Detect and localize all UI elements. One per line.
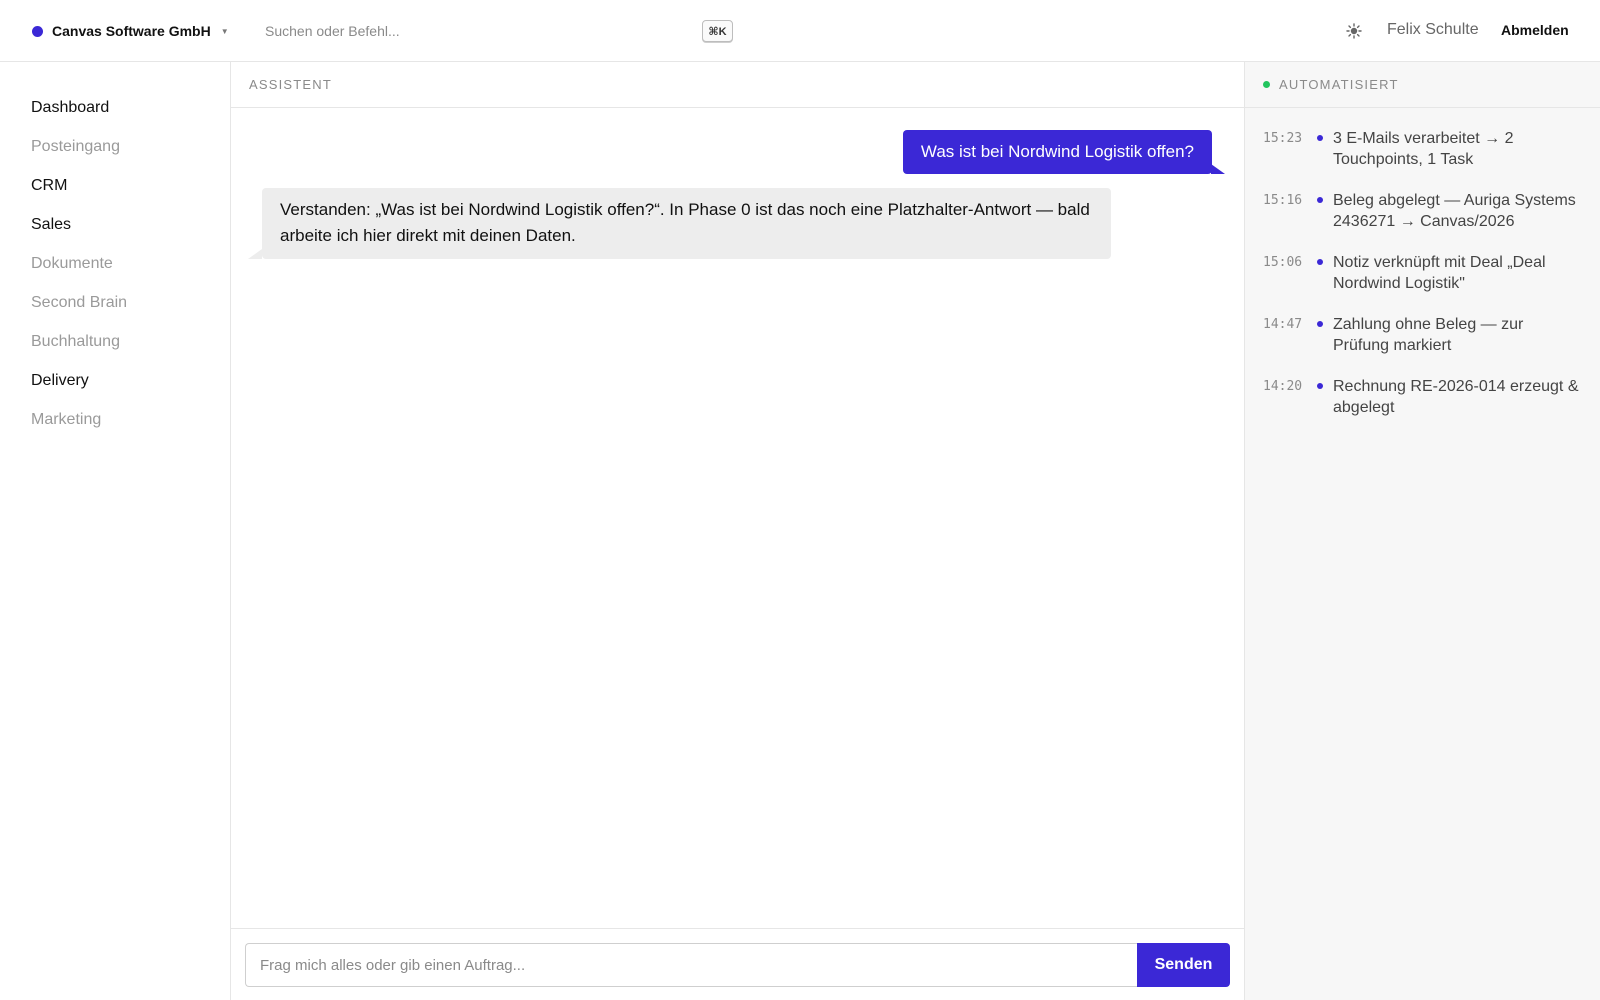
assistant-chat: ASSISTENT Was ist bei Nordwind Logistik … xyxy=(231,62,1244,1000)
top-bar: Canvas Software GmbH ▼ ⌘K Felix Schulte … xyxy=(0,0,1600,62)
sidebar-nav: Dashboard Posteingang CRM Sales Dokument… xyxy=(0,62,230,439)
log-time: 15:06 xyxy=(1263,255,1303,270)
status-online-dot xyxy=(1263,81,1270,88)
sun-icon xyxy=(1346,23,1362,39)
sidebar-item-buchhaltung[interactable]: Buchhaltung xyxy=(0,322,230,361)
chevron-down-icon: ▼ xyxy=(220,26,229,36)
automation-header: AUTOMATISIERT xyxy=(1245,62,1600,108)
log-time: 14:47 xyxy=(1263,317,1303,332)
sidebar-item-sales[interactable]: Sales xyxy=(0,205,230,244)
assistant-message: Verstanden: „Was ist bei Nordwind Logist… xyxy=(248,188,1111,259)
bullet-icon xyxy=(1317,197,1323,203)
logout-button[interactable]: Abmelden xyxy=(1501,22,1569,38)
bullet-icon xyxy=(1317,135,1323,141)
sidebar: Dashboard Posteingang CRM Sales Dokument… xyxy=(0,62,231,1000)
workspace-name: Canvas Software GmbH xyxy=(52,23,211,39)
sidebar-item-dokumente[interactable]: Dokumente xyxy=(0,244,230,283)
log-time: 14:20 xyxy=(1263,379,1303,394)
message-composer: Senden xyxy=(231,928,1244,1000)
workspace-color-dot xyxy=(32,25,43,37)
theme-toggle-button[interactable] xyxy=(1344,21,1364,41)
sidebar-item-crm[interactable]: CRM xyxy=(0,166,230,205)
user-name: Felix Schulte xyxy=(1387,21,1479,38)
log-entry: 15:23 3 E-Mails verarbeitet → 2 Touchpoi… xyxy=(1263,128,1582,170)
send-button[interactable]: Senden xyxy=(1137,943,1230,987)
log-text: Rechnung RE-2026-014 erzeugt & abgelegt xyxy=(1333,378,1579,416)
log-entry: 15:16 Beleg abgelegt — Auriga Systems 24… xyxy=(1263,190,1582,232)
search-shortcut-badge: ⌘K xyxy=(702,20,733,42)
sidebar-item-delivery[interactable]: Delivery xyxy=(0,361,230,400)
log-text: Notiz verknüpft mit Deal „Deal Nordwind … xyxy=(1333,254,1546,292)
log-entry: 15:06 Notiz verknüpft mit Deal „Deal Nor… xyxy=(1263,252,1582,294)
log-text: Zahlung ohne Beleg — zur Prüfung markier… xyxy=(1333,316,1524,354)
log-time: 15:16 xyxy=(1263,193,1303,208)
user-message: Was ist bei Nordwind Logistik offen? xyxy=(902,130,1226,174)
bullet-icon xyxy=(1317,259,1323,265)
log-time: 15:23 xyxy=(1263,131,1303,146)
bullet-icon xyxy=(1317,321,1323,327)
chat-header: ASSISTENT xyxy=(231,62,1244,108)
sidebar-item-posteingang[interactable]: Posteingang xyxy=(0,127,230,166)
sidebar-item-dashboard[interactable]: Dashboard xyxy=(0,88,230,127)
automation-section-title: AUTOMATISIERT xyxy=(1279,77,1399,92)
sidebar-item-second-brain[interactable]: Second Brain xyxy=(0,283,230,322)
automation-panel: AUTOMATISIERT 15:23 3 E-Mails verarbeite… xyxy=(1244,62,1600,1000)
chat-section-title: ASSISTENT xyxy=(249,77,333,92)
sidebar-item-marketing[interactable]: Marketing xyxy=(0,400,230,439)
bullet-icon xyxy=(1317,383,1323,389)
log-text: 3 E-Mails verarbeitet → 2 Touchpoints, 1… xyxy=(1333,130,1514,168)
workspace-switcher[interactable]: Canvas Software GmbH ▼ xyxy=(32,20,229,42)
search-input[interactable] xyxy=(265,20,685,42)
log-text: Beleg abgelegt — Auriga Systems 2436271 … xyxy=(1333,192,1576,230)
log-entry: 14:20 Rechnung RE-2026-014 erzeugt & abg… xyxy=(1263,376,1582,418)
message-list: Was ist bei Nordwind Logistik offen? Ver… xyxy=(231,108,1244,928)
chat-input[interactable] xyxy=(245,943,1138,987)
log-entry: 14:47 Zahlung ohne Beleg — zur Prüfung m… xyxy=(1263,314,1582,356)
automation-log: 15:23 3 E-Mails verarbeitet → 2 Touchpoi… xyxy=(1245,108,1600,418)
